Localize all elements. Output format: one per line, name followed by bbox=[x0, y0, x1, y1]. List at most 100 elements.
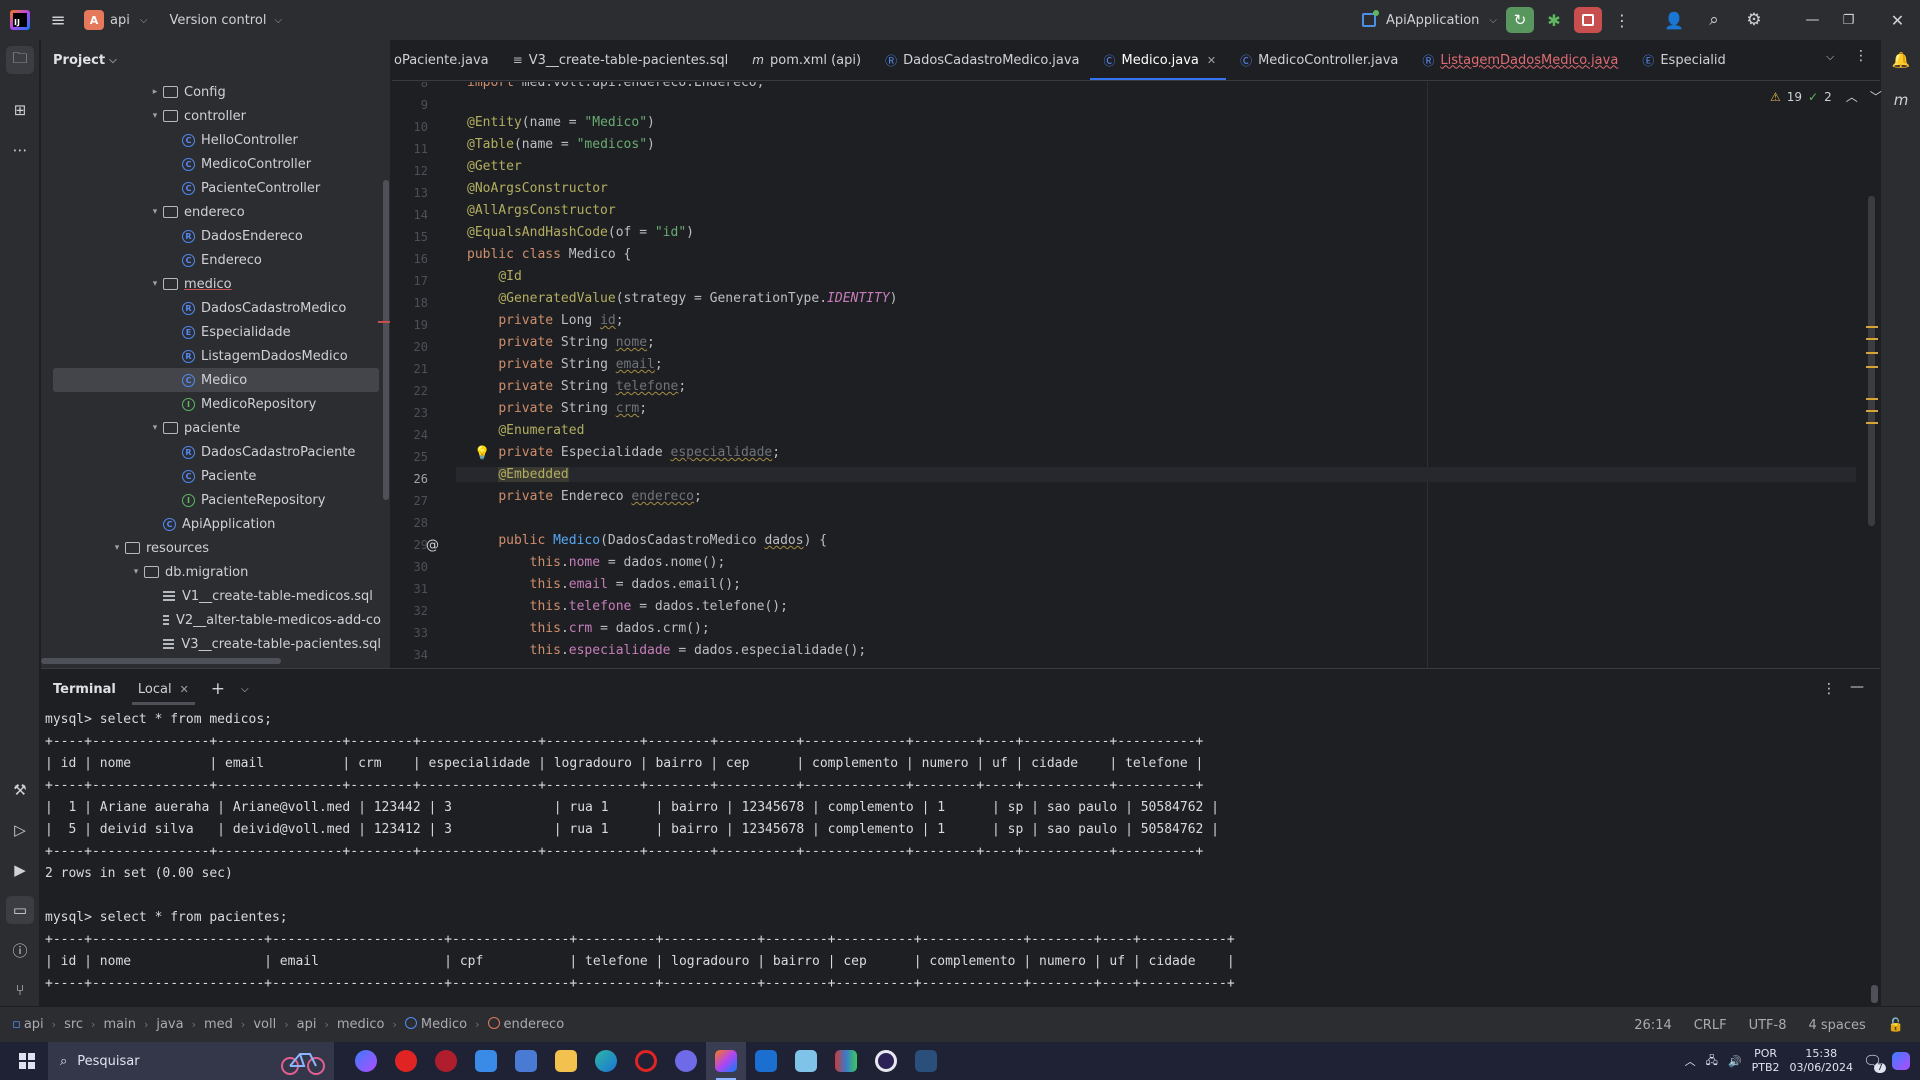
tree-item[interactable]: C MedicoController bbox=[41, 152, 381, 176]
terminal-output[interactable]: mysql> select * from medicos; +----+-----… bbox=[45, 709, 1235, 995]
git-tool-icon[interactable]: ⑂ bbox=[6, 976, 34, 1004]
tree-item[interactable]: ▾ paciente bbox=[41, 416, 381, 440]
close-icon[interactable]: ✕ bbox=[1207, 54, 1216, 67]
inspections-widget[interactable]: ⚠ 19 ✓ 2 ︿ ﹀ bbox=[1770, 88, 1882, 105]
input-language[interactable]: POR PTB2 bbox=[1752, 1047, 1780, 1075]
structure-tool-icon[interactable]: ⊞ bbox=[6, 96, 34, 124]
tree-item[interactable]: I PacienteRepository bbox=[41, 488, 381, 512]
gear-icon[interactable]: ⚙ bbox=[1742, 8, 1766, 32]
editor-vertical-scrollbar[interactable] bbox=[1868, 196, 1875, 526]
editor-tab[interactable]: Ⓒ Medico.java ✕ bbox=[1089, 40, 1227, 80]
taskbar-app-intellij[interactable] bbox=[706, 1042, 746, 1080]
terminal-scrollbar[interactable] bbox=[1871, 985, 1878, 1003]
editor-tab[interactable]: ≡ V3__create-table-pacientes.sql bbox=[499, 40, 739, 80]
tab-more-actions-icon[interactable]: ⋮ bbox=[1854, 48, 1868, 64]
tree-item[interactable]: C ApiApplication bbox=[41, 512, 381, 536]
editor-tab[interactable]: m pom.xml (api) bbox=[738, 40, 871, 80]
chevron-down-icon[interactable]: ▾ bbox=[147, 279, 163, 289]
read-only-lock-icon[interactable]: 🔓 bbox=[1888, 1018, 1904, 1033]
warning-stripe[interactable] bbox=[1866, 326, 1878, 328]
tree-item[interactable]: R DadosCadastroMedico bbox=[41, 296, 381, 320]
taskbar-app-eclipse[interactable] bbox=[866, 1042, 906, 1080]
start-button[interactable] bbox=[8, 1042, 46, 1080]
chevron-right-icon[interactable]: ▸ bbox=[147, 87, 163, 97]
breadcrumb-item[interactable]: src bbox=[64, 1017, 83, 1032]
hide-panel-icon[interactable]: — bbox=[1850, 679, 1864, 695]
tree-item[interactable]: R ListagemDadosMedico bbox=[41, 344, 381, 368]
notification-center-icon[interactable]: 🗨 7 bbox=[1863, 1052, 1886, 1073]
rerun-button[interactable]: ↻ bbox=[1506, 7, 1534, 33]
tree-item[interactable]: ▾ controller bbox=[41, 104, 381, 128]
run-tool-icon[interactable]: ▶ bbox=[6, 856, 34, 884]
debug-button[interactable]: ✱ bbox=[1541, 7, 1567, 33]
breadcrumb-item[interactable]: ▫ api bbox=[12, 1017, 44, 1032]
copilot-tray-icon[interactable] bbox=[1892, 1052, 1910, 1070]
tree-item[interactable]: V2__alter-table-medicos-add-co bbox=[41, 608, 381, 632]
code-with-me-icon[interactable]: 👤 bbox=[1662, 8, 1686, 32]
taskbar-app-games[interactable] bbox=[426, 1042, 466, 1080]
more-tools-icon[interactable]: ⋯ bbox=[6, 136, 34, 164]
breadcrumb-item[interactable]: voll bbox=[253, 1017, 276, 1032]
tray-chevron-up-icon[interactable]: ︿ bbox=[1685, 1053, 1696, 1069]
terminal-tab-local[interactable]: Local ✕ bbox=[131, 669, 195, 709]
tree-item[interactable]: ▾ endereco bbox=[41, 200, 381, 224]
tree-item[interactable]: C Endereco bbox=[41, 248, 381, 272]
breadcrumb-item[interactable]: main bbox=[103, 1017, 135, 1032]
breadcrumb-item[interactable]: med bbox=[204, 1017, 233, 1032]
taskbar-search-box[interactable]: ⌕ Pesquisar bbox=[48, 1042, 334, 1080]
network-icon[interactable]: 🖧 bbox=[1706, 1052, 1718, 1071]
file-encoding[interactable]: UTF-8 bbox=[1749, 1018, 1787, 1033]
tree-item[interactable]: ▾ medico bbox=[41, 272, 381, 296]
more-actions-icon[interactable]: ⋮ bbox=[1610, 8, 1634, 32]
chevron-down-icon[interactable]: ⌵ bbox=[241, 684, 249, 695]
version-control-widget[interactable]: Version control ⌵ bbox=[169, 13, 282, 28]
tree-item[interactable]: ▸ Config bbox=[41, 80, 381, 104]
notifications-icon[interactable]: 🔔 bbox=[1887, 46, 1915, 74]
project-tool-icon[interactable]: 🗀 bbox=[6, 46, 34, 74]
tree-item[interactable]: C PacienteController bbox=[41, 176, 381, 200]
breadcrumb-item[interactable]: api bbox=[297, 1017, 317, 1032]
chevron-down-icon[interactable]: ▾ bbox=[147, 111, 163, 121]
tab-overflow-chevron-icon[interactable]: ⌵ bbox=[1826, 50, 1834, 64]
implicit-usage-icon[interactable]: @ bbox=[426, 538, 439, 553]
caret-position[interactable]: 26:14 bbox=[1634, 1018, 1671, 1033]
tree-item[interactable]: C Paciente bbox=[41, 464, 381, 488]
next-highlight-icon[interactable]: ﹀ bbox=[1870, 88, 1882, 105]
chevron-down-icon[interactable]: ▾ bbox=[147, 423, 163, 433]
volume-icon[interactable]: 🔊 bbox=[1728, 1055, 1742, 1068]
code-editor[interactable]: 8 9 10 11 12 13 14 15 16 17 18 19 20 21 22 23 24 25 26 27 28… bbox=[392, 82, 1880, 668]
warning-stripe[interactable] bbox=[1866, 338, 1878, 340]
tree-item[interactable]: ▾ resources bbox=[41, 536, 381, 560]
tree-item[interactable]: E Especialidade bbox=[41, 320, 381, 344]
editor-tab[interactable]: oPaciente.java bbox=[392, 40, 499, 80]
tree-item[interactable]: V3__create-table-pacientes.sql bbox=[41, 632, 381, 656]
breadcrumb-item[interactable]: Medico bbox=[404, 1017, 467, 1032]
taskbar-app-workbench[interactable] bbox=[906, 1042, 946, 1080]
taskbar-app-notepad[interactable] bbox=[786, 1042, 826, 1080]
more-actions-icon[interactable]: ⋮ bbox=[1822, 681, 1836, 697]
maven-tool-icon[interactable]: m bbox=[1887, 86, 1915, 114]
terminal-tool-icon[interactable]: ▭ bbox=[6, 896, 34, 924]
taskbar-app-outlook[interactable] bbox=[746, 1042, 786, 1080]
tree-item[interactable]: I MedicoRepository bbox=[41, 392, 381, 416]
problems-tool-icon[interactable]: ⓘ bbox=[6, 936, 34, 964]
taskbar-app-store[interactable] bbox=[506, 1042, 546, 1080]
taskbar-app-edge[interactable] bbox=[586, 1042, 626, 1080]
tree-horizontal-scrollbar[interactable] bbox=[41, 658, 281, 664]
editor-tab[interactable]: Ⓒ MedicoController.java bbox=[1226, 40, 1408, 80]
taskbar-app-opera[interactable] bbox=[386, 1042, 426, 1080]
taskbar-app-discord[interactable] bbox=[666, 1042, 706, 1080]
tree-item[interactable]: R DadosCadastroPaciente bbox=[41, 440, 381, 464]
tree-item[interactable]: V1__create-table-medicos.sql bbox=[41, 584, 381, 608]
tree-item[interactable]: C Medico bbox=[53, 368, 379, 392]
breadcrumb-item[interactable]: endereco bbox=[487, 1017, 564, 1032]
taskbar-app-explorer[interactable] bbox=[546, 1042, 586, 1080]
breadcrumb-item[interactable]: java bbox=[156, 1017, 183, 1032]
stop-button[interactable] bbox=[1574, 7, 1602, 33]
tree-item[interactable]: C HelloController bbox=[41, 128, 381, 152]
lightbulb-icon[interactable]: 💡 bbox=[474, 446, 490, 461]
warning-stripe[interactable] bbox=[1866, 352, 1878, 354]
warning-stripe[interactable] bbox=[1866, 366, 1878, 368]
taskbar-app-winrar[interactable] bbox=[826, 1042, 866, 1080]
editor-tab[interactable]: Ⓡ DadosCadastroMedico.java bbox=[871, 40, 1089, 80]
